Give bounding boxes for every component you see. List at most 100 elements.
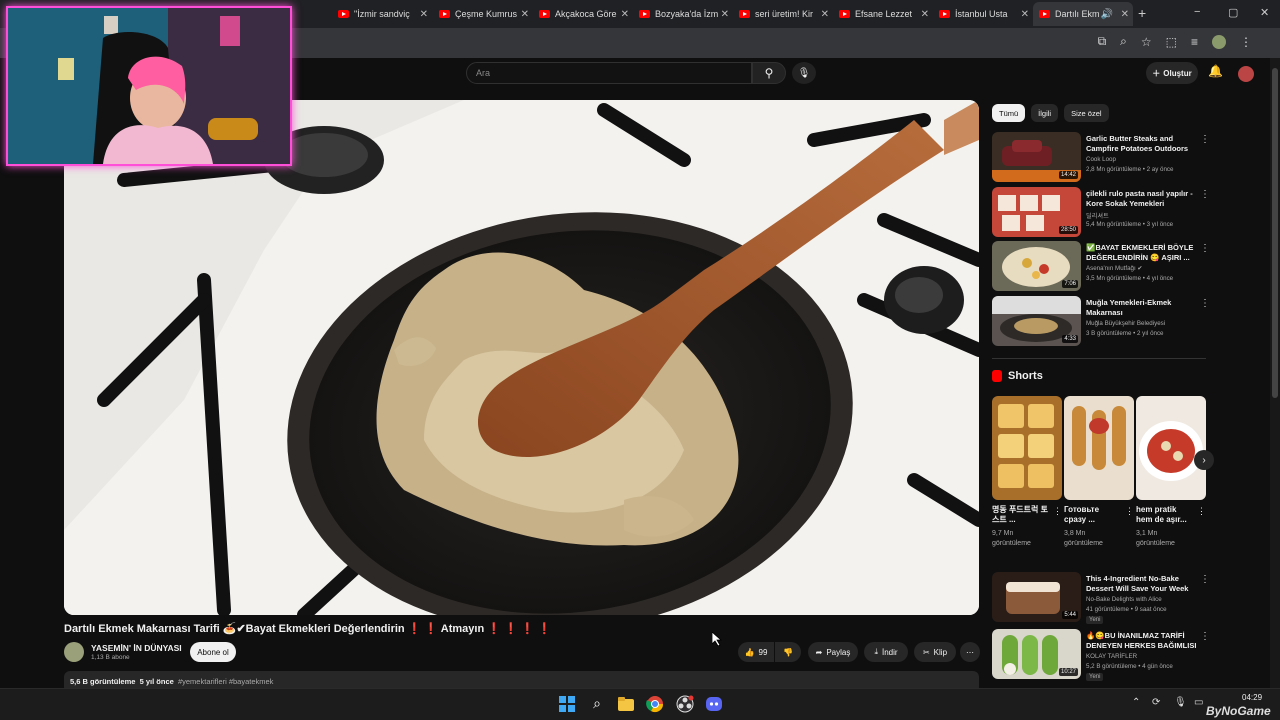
microphone-tray-icon[interactable]: 🎙 — [1174, 697, 1187, 708]
short-item[interactable]: Готовьте сразу ... 3,8 Mn görüntüleme ⋮ — [1064, 396, 1134, 549]
browser-tab[interactable]: Efsane Lezzet ✕ — [833, 2, 933, 26]
share-button[interactable]: ➦ Paylaş — [808, 642, 858, 662]
user-avatar[interactable] — [1238, 66, 1254, 82]
browser-tab[interactable]: Bozyaka'da İzm ✕ — [633, 2, 733, 26]
more-options-icon[interactable]: ⋮ — [1053, 506, 1062, 517]
bookmark-star-icon[interactable]: ☆ — [1141, 35, 1152, 49]
video-thumbnail[interactable]: 10:27 — [992, 629, 1081, 679]
more-options-icon[interactable]: ⋮ — [1200, 243, 1210, 254]
new-tab-button[interactable]: + — [1138, 5, 1146, 21]
close-icon[interactable]: ✕ — [721, 9, 729, 20]
recommendation-item[interactable]: 10:27 🔥😋BU İNANILMAZ TARİFİ DENEYEN HERK… — [992, 629, 1210, 681]
video-thumbnail[interactable]: 28:50 — [992, 187, 1081, 237]
menu-icon[interactable]: ⋮ — [1240, 35, 1252, 49]
recommendation-title[interactable]: çilekli rulo pasta nasıl yapılır - Kore … — [1086, 189, 1198, 209]
subscribe-button[interactable]: Abone ol — [190, 642, 236, 662]
short-thumbnail[interactable] — [992, 396, 1062, 500]
file-explorer-icon[interactable] — [617, 695, 635, 713]
more-options-icon[interactable]: ⋮ — [1197, 506, 1206, 517]
close-icon[interactable]: ✕ — [621, 9, 629, 20]
browser-tab-active[interactable]: Dartılı Ekm 🔊 ✕ — [1033, 2, 1133, 26]
video-thumbnail[interactable]: 7:06 — [992, 241, 1081, 291]
clip-button[interactable]: ✂ Klip — [914, 642, 956, 662]
search-icon[interactable]: ⌕ — [588, 695, 606, 713]
windows-start-icon[interactable] — [558, 695, 576, 713]
recommendation-channel[interactable]: KOLAY TARİFLER — [1086, 653, 1137, 660]
recommendation-channel[interactable]: 딜리셔트 — [1086, 211, 1109, 220]
browser-tab[interactable]: İstanbul Usta ✕ — [933, 2, 1033, 26]
short-item[interactable]: 명동 푸드트럭 토스트 ... 9,7 Mn görüntüleme ⋮ — [992, 396, 1062, 549]
recommendation-channel[interactable]: No-Bake Delights with Alice — [1086, 596, 1162, 603]
close-icon[interactable]: ✕ — [1021, 9, 1029, 20]
browser-tab[interactable]: seri üretim! Kir ✕ — [733, 2, 833, 26]
recommendation-item[interactable]: 5:44 This 4-Ingredient No-Bake Dessert W… — [992, 572, 1210, 624]
recommendation-channel[interactable]: Asena'nın Mutfağı ✔ — [1086, 265, 1143, 272]
recommendation-channel[interactable]: Muğla Büyükşehir Belediyesi — [1086, 320, 1165, 327]
recommendation-title[interactable]: ✅BAYAT EKMEKLERİ BÖYLE DEĞERLENDİRİN 😋 A… — [1086, 243, 1198, 263]
short-title[interactable]: hem pratik hem de aşır... — [1136, 505, 1194, 525]
media-icon[interactable]: ≡ — [1191, 35, 1198, 49]
more-options-icon[interactable]: ⋮ — [1200, 134, 1210, 145]
browser-tab[interactable]: "İzmir sandviç ✕ — [332, 2, 432, 26]
search-input[interactable]: Ara — [466, 62, 752, 84]
dislike-button[interactable]: 👎 — [775, 642, 801, 662]
recommendation-title[interactable]: Muğla Yemekleri-Ekmek Makarnası — [1086, 298, 1198, 318]
close-icon[interactable]: ✕ — [821, 9, 829, 20]
short-thumbnail[interactable] — [1136, 396, 1206, 500]
search-button[interactable]: ⚲ — [752, 62, 786, 84]
chip-for-you[interactable]: Size özel — [1064, 104, 1109, 122]
recommendation-channel[interactable]: Cook Loop — [1086, 156, 1116, 163]
short-thumbnail[interactable] — [1064, 396, 1134, 500]
extensions-icon[interactable]: ⬚ — [1166, 35, 1177, 49]
download-button[interactable]: ⤓ İndir — [864, 642, 908, 662]
network-icon[interactable]: ▭ — [1194, 697, 1203, 708]
chip-related[interactable]: İlgili — [1031, 104, 1059, 122]
maximize-icon[interactable]: ▢ — [1228, 6, 1238, 19]
hashtags[interactable]: #yemektarifleri #bayatekmek — [178, 677, 273, 686]
page-scrollbar[interactable] — [1270, 58, 1280, 688]
microphone-button[interactable]: 🎙 — [792, 62, 816, 84]
more-options-icon[interactable]: ⋮ — [1200, 298, 1210, 309]
video-thumbnail[interactable]: 5:44 — [992, 572, 1081, 622]
video-player[interactable] — [64, 100, 979, 615]
speaker-icon[interactable]: 🔊 — [1101, 9, 1113, 20]
more-options-icon[interactable]: ⋮ — [1200, 574, 1210, 585]
cast-icon[interactable]: ⧉ — [1098, 34, 1107, 49]
sync-icon[interactable]: ⟳ — [1152, 697, 1160, 708]
more-options-icon[interactable]: ⋮ — [1200, 189, 1210, 200]
recommendation-item[interactable]: 7:06 ✅BAYAT EKMEKLERİ BÖYLE DEĞERLENDİRİ… — [992, 241, 1210, 291]
recommendation-title[interactable]: Garlic Butter Steaks and Campfire Potato… — [1086, 134, 1198, 154]
like-button[interactable]: 👍 99 — [738, 642, 774, 662]
more-actions-button[interactable]: ⋯ — [960, 642, 980, 662]
recommendation-title[interactable]: This 4-Ingredient No-Bake Dessert Will S… — [1086, 574, 1198, 594]
taskbar-clock[interactable]: 04:29 — [1242, 693, 1262, 703]
chevron-up-icon[interactable]: ⌃ — [1132, 697, 1140, 708]
recommendation-item[interactable]: 4:33 Muğla Yemekleri-Ekmek Makarnası Muğ… — [992, 296, 1210, 346]
create-button[interactable]: ＋ Oluştur — [1146, 62, 1198, 84]
chip-all[interactable]: Tümü — [992, 104, 1026, 122]
recommendation-item[interactable]: 28:50 çilekli rulo pasta nasıl yapılır -… — [992, 187, 1210, 237]
close-icon[interactable]: ✕ — [521, 9, 529, 20]
browser-tab[interactable]: Akçakoca Göre ✕ — [533, 2, 633, 26]
browser-tab[interactable]: Çeşme Kumrus ✕ — [433, 2, 533, 26]
notifications-bell-icon[interactable]: 🔔 — [1208, 64, 1223, 78]
chevron-right-icon[interactable]: › — [1194, 450, 1214, 470]
close-icon[interactable]: ✕ — [420, 9, 428, 20]
recommendation-title[interactable]: 🔥😋BU İNANILMAZ TARİFİ DENEYEN HERKES BAĞ… — [1086, 631, 1198, 651]
short-title[interactable]: 명동 푸드트럭 토스트 ... — [992, 505, 1050, 525]
close-icon[interactable]: ✕ — [921, 9, 929, 20]
discord-icon[interactable] — [705, 695, 723, 713]
scrollbar-thumb[interactable] — [1272, 68, 1278, 398]
obs-icon[interactable] — [676, 695, 694, 713]
video-thumbnail[interactable]: 14:42 — [992, 132, 1081, 182]
chrome-icon[interactable] — [646, 695, 664, 713]
channel-avatar[interactable] — [64, 642, 84, 662]
more-options-icon[interactable]: ⋮ — [1125, 506, 1134, 517]
short-item[interactable]: hem pratik hem de aşır... 3,1 Mn görüntü… — [1136, 396, 1206, 549]
recommendation-item[interactable]: 14:42 Garlic Butter Steaks and Campfire … — [992, 132, 1210, 182]
close-window-icon[interactable]: ✕ — [1260, 6, 1269, 19]
channel-name[interactable]: YASEMİN' İN DÜNYASI — [91, 643, 182, 653]
close-icon[interactable]: ✕ — [1121, 9, 1129, 20]
profile-icon[interactable] — [1212, 34, 1226, 49]
short-title[interactable]: Готовьте сразу ... — [1064, 505, 1122, 525]
